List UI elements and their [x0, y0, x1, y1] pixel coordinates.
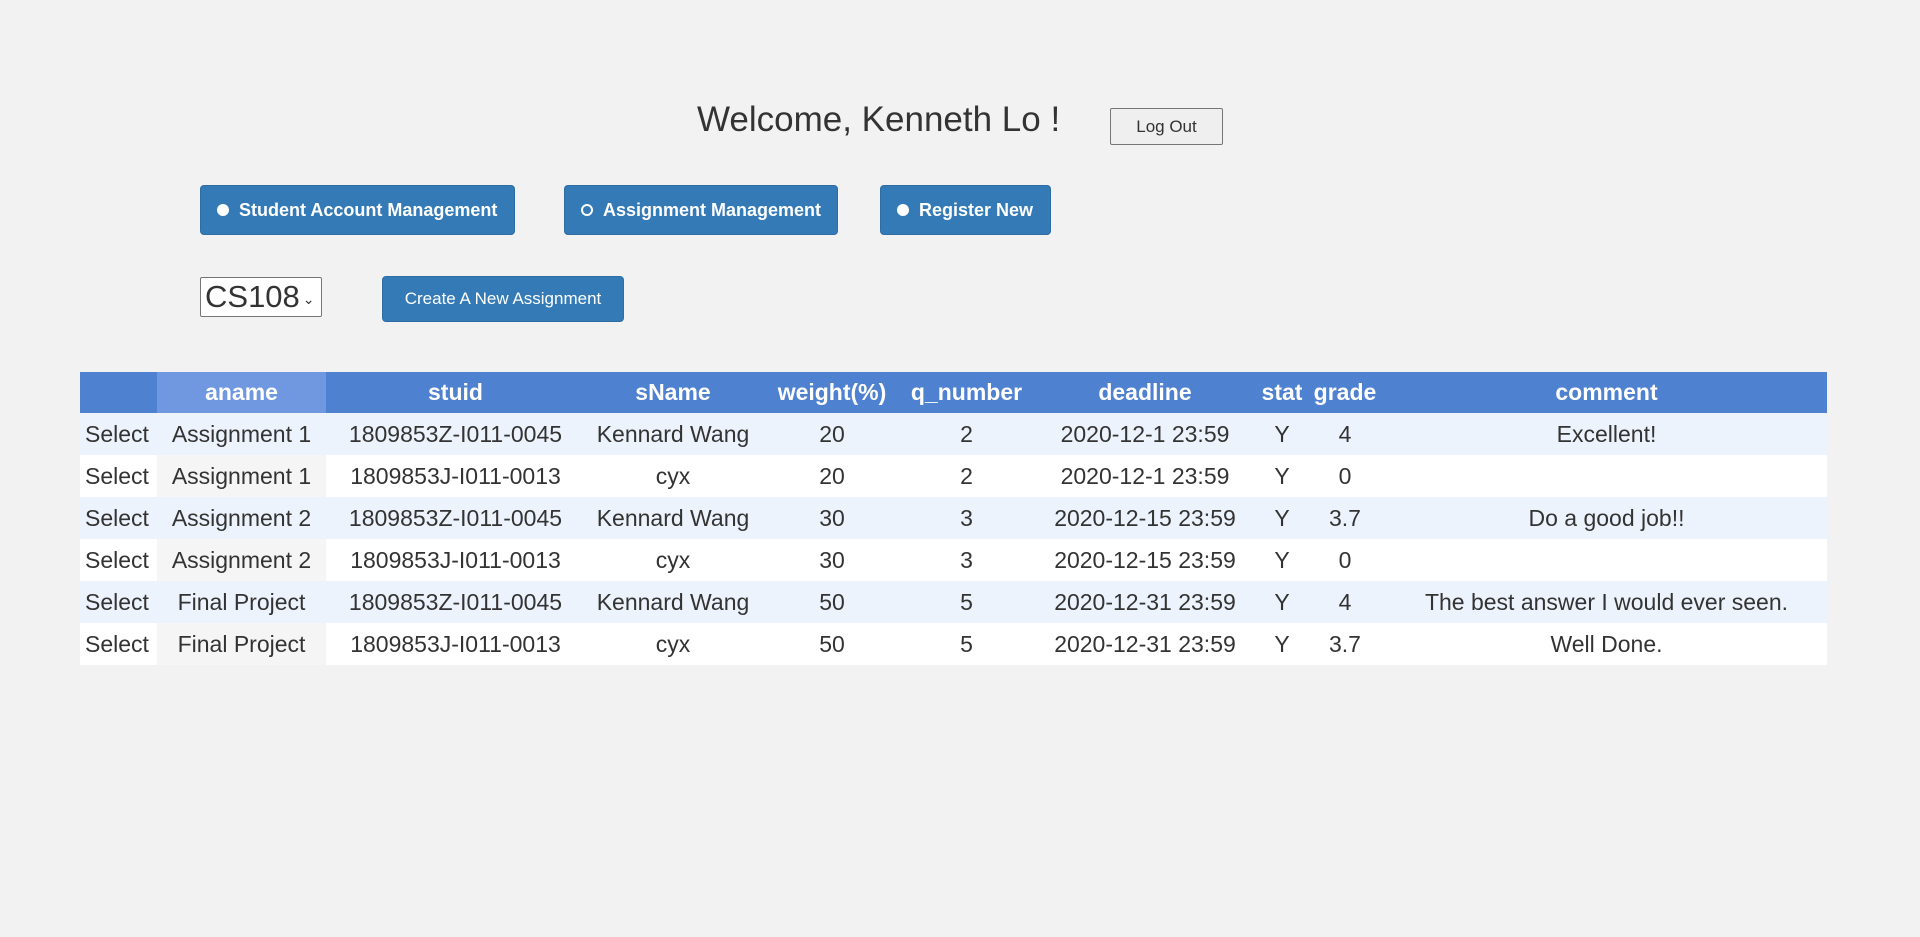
radio-empty-icon: [581, 204, 593, 216]
table-row: Select Final Project 1809853J-I011-0013 …: [80, 623, 1827, 665]
cell-q-number: 2: [903, 413, 1030, 455]
chevron-down-icon: ⌄: [302, 290, 315, 307]
cell-deadline: 2020-12-31 23:59: [1030, 581, 1260, 623]
cell-grade: 3.7: [1304, 497, 1386, 539]
cell-grade: 0: [1304, 455, 1386, 497]
cell-stat: Y: [1260, 413, 1304, 455]
cell-stuid: 1809853Z-I011-0045: [326, 581, 585, 623]
cell-grade: 0: [1304, 539, 1386, 581]
cell-sname: Kennard Wang: [585, 581, 761, 623]
welcome-row: Welcome, Kenneth Lo ! Log Out: [0, 100, 1920, 145]
cell-comment: [1386, 455, 1827, 497]
cell-weight: 20: [761, 455, 903, 497]
cell-stuid: 1809853J-I011-0013: [326, 455, 585, 497]
table-row: Select Assignment 2 1809853J-I011-0013 c…: [80, 539, 1827, 581]
cell-deadline: 2020-12-1 23:59: [1030, 413, 1260, 455]
header-q-number[interactable]: q_number: [903, 372, 1030, 413]
header-sname[interactable]: sName: [585, 372, 761, 413]
header-grade[interactable]: grade: [1304, 372, 1386, 413]
select-link[interactable]: Select: [80, 497, 157, 539]
student-account-management-button[interactable]: Student Account Management: [200, 185, 515, 235]
cell-aname: Final Project: [157, 623, 326, 665]
cell-grade: 3.7: [1304, 623, 1386, 665]
cell-aname: Assignment 1: [157, 455, 326, 497]
cell-aname: Final Project: [157, 581, 326, 623]
cell-weight: 50: [761, 623, 903, 665]
header-stat[interactable]: stat: [1260, 372, 1304, 413]
assignment-management-label: Assignment Management: [603, 199, 822, 220]
table-row: Select Final Project 1809853Z-I011-0045 …: [80, 581, 1827, 623]
cell-grade: 4: [1304, 581, 1386, 623]
header-aname[interactable]: aname: [157, 372, 326, 413]
course-select-value: CS108: [205, 279, 300, 314]
cell-q-number: 5: [903, 581, 1030, 623]
table-header-row: aname stuid sName weight(%) q_number dea…: [80, 372, 1827, 413]
header-comment[interactable]: comment: [1386, 372, 1827, 413]
radio-filled-icon: [897, 204, 909, 216]
register-new-button[interactable]: Register New: [880, 185, 1051, 235]
cell-aname: Assignment 1: [157, 413, 326, 455]
cell-stat: Y: [1260, 623, 1304, 665]
cell-deadline: 2020-12-31 23:59: [1030, 623, 1260, 665]
cell-deadline: 2020-12-15 23:59: [1030, 497, 1260, 539]
cell-weight: 30: [761, 497, 903, 539]
cell-sname: cyx: [585, 455, 761, 497]
cell-comment: The best answer I would ever seen.: [1386, 581, 1827, 623]
assignment-management-button[interactable]: Assignment Management: [564, 185, 838, 235]
cell-stat: Y: [1260, 497, 1304, 539]
cell-weight: 20: [761, 413, 903, 455]
cell-grade: 4: [1304, 413, 1386, 455]
cell-stat: Y: [1260, 539, 1304, 581]
create-assignment-button[interactable]: Create A New Assignment: [382, 276, 624, 322]
header-weight[interactable]: weight(%): [761, 372, 903, 413]
register-new-label: Register New: [919, 199, 1034, 220]
cell-deadline: 2020-12-1 23:59: [1030, 455, 1260, 497]
table-row: Select Assignment 1 1809853Z-I011-0045 K…: [80, 413, 1827, 455]
welcome-message: Welcome, Kenneth Lo !: [697, 100, 1061, 139]
select-link[interactable]: Select: [80, 581, 157, 623]
select-link[interactable]: Select: [80, 623, 157, 665]
cell-aname: Assignment 2: [157, 497, 326, 539]
cell-weight: 30: [761, 539, 903, 581]
student-account-management-label: Student Account Management: [239, 199, 498, 220]
table-row: Select Assignment 1 1809853J-I011-0013 c…: [80, 455, 1827, 497]
cell-deadline: 2020-12-15 23:59: [1030, 539, 1260, 581]
cell-stuid: 1809853Z-I011-0045: [326, 497, 585, 539]
cell-comment: [1386, 539, 1827, 581]
cell-sname: cyx: [585, 623, 761, 665]
cell-comment: Excellent!: [1386, 413, 1827, 455]
header-deadline[interactable]: deadline: [1030, 372, 1260, 413]
header-stuid[interactable]: stuid: [326, 372, 585, 413]
cell-q-number: 3: [903, 497, 1030, 539]
cell-sname: Kennard Wang: [585, 497, 761, 539]
select-link[interactable]: Select: [80, 413, 157, 455]
cell-sname: cyx: [585, 539, 761, 581]
logout-button[interactable]: Log Out: [1110, 108, 1223, 145]
cell-q-number: 3: [903, 539, 1030, 581]
assignment-table: aname stuid sName weight(%) q_number dea…: [80, 372, 1827, 665]
cell-aname: Assignment 2: [157, 539, 326, 581]
page: Welcome, Kenneth Lo ! Log Out Student Ac…: [0, 0, 1920, 937]
header-select: [80, 372, 157, 413]
cell-comment: Do a good job!!: [1386, 497, 1827, 539]
cell-comment: Well Done.: [1386, 623, 1827, 665]
cell-q-number: 5: [903, 623, 1030, 665]
radio-filled-icon: [217, 204, 229, 216]
course-select[interactable]: CS108 ⌄: [200, 277, 322, 317]
cell-sname: Kennard Wang: [585, 413, 761, 455]
cell-stat: Y: [1260, 581, 1304, 623]
cell-q-number: 2: [903, 455, 1030, 497]
cell-stat: Y: [1260, 455, 1304, 497]
cell-weight: 50: [761, 581, 903, 623]
cell-stuid: 1809853J-I011-0013: [326, 539, 585, 581]
select-link[interactable]: Select: [80, 455, 157, 497]
cell-stuid: 1809853J-I011-0013: [326, 623, 585, 665]
cell-stuid: 1809853Z-I011-0045: [326, 413, 585, 455]
table-row: Select Assignment 2 1809853Z-I011-0045 K…: [80, 497, 1827, 539]
select-link[interactable]: Select: [80, 539, 157, 581]
